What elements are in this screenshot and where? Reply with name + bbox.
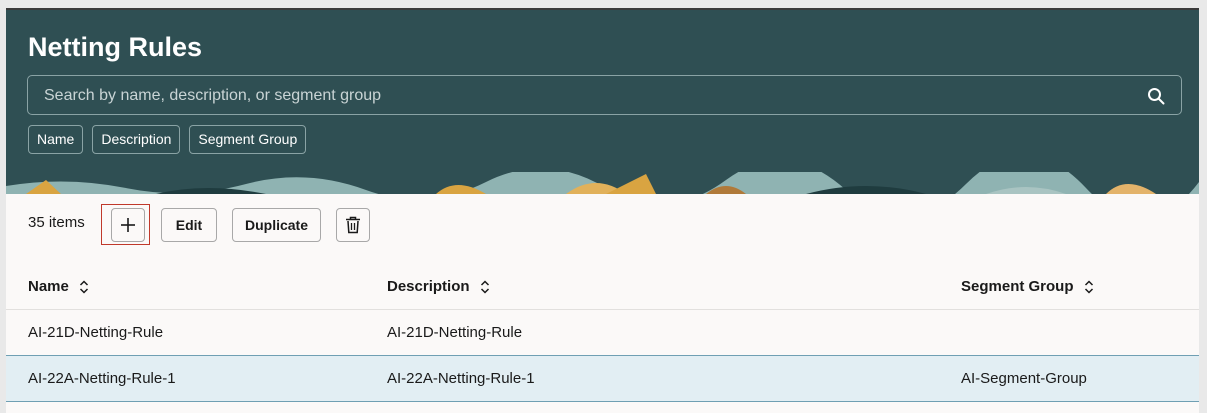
sort-icon[interactable] [480, 280, 490, 294]
duplicate-button[interactable]: Duplicate [232, 208, 321, 242]
column-header-label: Segment Group [961, 278, 1074, 295]
table-row[interactable]: AI-21D-Netting-Rule AI-21D-Netting-Rule [6, 310, 1199, 356]
page-header: Netting Rules Name Description Segment G… [6, 10, 1199, 186]
table-header-row: Name Description Segment Group [6, 265, 1199, 310]
sort-icon[interactable] [1084, 280, 1094, 294]
cell-description: AI-22A-Netting-Rule-1 [387, 370, 535, 387]
decorative-banner [6, 172, 1199, 194]
cell-name: AI-22A-Netting-Rule-1 [28, 370, 176, 387]
plus-icon [121, 218, 135, 232]
filter-chip-segment-group[interactable]: Segment Group [189, 125, 307, 154]
column-header-description[interactable]: Description [387, 265, 490, 309]
column-header-segment-group[interactable]: Segment Group [961, 265, 1094, 309]
search-input[interactable] [42, 76, 1136, 116]
table-toolbar: 35 items Edit Duplicate [6, 204, 1199, 248]
column-header-name[interactable]: Name [28, 265, 89, 309]
filter-chips: Name Description Segment Group [28, 125, 307, 154]
page-title: Netting Rules [28, 32, 203, 62]
trash-icon [346, 216, 360, 234]
app-frame: Netting Rules Name Description Segment G… [6, 8, 1199, 413]
filter-chip-description[interactable]: Description [92, 125, 181, 154]
add-button[interactable] [111, 208, 145, 242]
search-box[interactable] [27, 75, 1182, 116]
cell-name: AI-21D-Netting-Rule [28, 324, 164, 341]
table-row-selected[interactable]: AI-22A-Netting-Rule-1 AI-22A-Netting-Rul… [6, 355, 1199, 402]
column-header-label: Description [387, 278, 470, 295]
item-count: 35 items [28, 214, 85, 231]
cell-description: AI-21D-Netting-Rule [387, 324, 523, 341]
delete-button[interactable] [336, 208, 370, 242]
cell-segment-group: AI-Segment-Group [961, 370, 1087, 387]
column-header-label: Name [28, 278, 69, 295]
search-icon[interactable] [1147, 87, 1165, 105]
banner-pattern [6, 172, 1199, 194]
sort-icon[interactable] [79, 280, 89, 294]
edit-button[interactable]: Edit [161, 208, 217, 242]
filter-chip-name[interactable]: Name [28, 125, 84, 154]
